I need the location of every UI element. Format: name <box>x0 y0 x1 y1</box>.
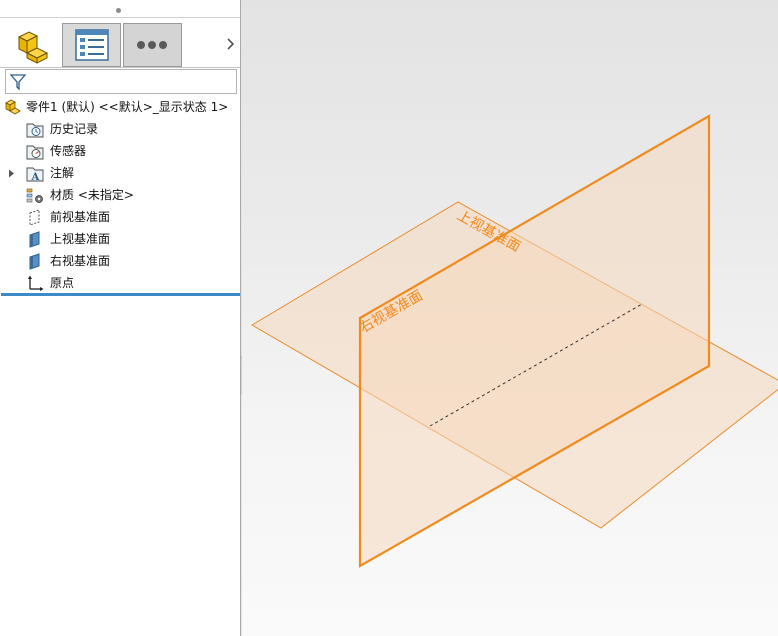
tree-root-part[interactable]: 零件1 (默认) <<默认>_显示状态 1> <box>0 96 240 118</box>
divider <box>0 17 240 18</box>
tree-item-label: 原点 <box>50 276 75 290</box>
ellipsis-icon <box>137 41 167 49</box>
graphics-viewport[interactable]: 上视基准面 右视基准面 <box>242 0 778 636</box>
tree-item-label: 传感器 <box>50 144 87 158</box>
panel-grip-dot[interactable] <box>116 8 121 13</box>
sensor-folder-icon <box>26 145 44 160</box>
material-icon <box>26 188 43 203</box>
right-plane-icon <box>29 253 40 270</box>
tree-item-label: 右视基准面 <box>50 254 111 268</box>
tree-item-label: 材质 <未指定> <box>50 188 134 202</box>
divider <box>0 67 240 68</box>
tree-item-material[interactable]: 材质 <未指定> <box>0 184 240 206</box>
part-icon <box>5 99 21 115</box>
featuremanager-panel: 零件1 (默认) <<默认>_显示状态 1> 历史记录 传感器 A 注解 材质 … <box>0 0 241 636</box>
part-cubes-icon <box>17 31 49 64</box>
tree-root-label: 零件1 (默认) <<默认>_显示状态 1> <box>26 100 229 114</box>
featuremanager-tab[interactable] <box>3 23 60 67</box>
property-list-icon <box>75 29 109 61</box>
more-tab[interactable] <box>123 23 182 67</box>
tree-item-label: 注解 <box>50 166 75 180</box>
tree-item-history[interactable]: 历史记录 <box>0 118 240 140</box>
tree-item-label: 历史记录 <box>50 122 99 136</box>
tree-item-right-plane[interactable]: 右视基准面 <box>0 250 240 272</box>
tree-filter-input[interactable] <box>5 69 237 94</box>
origin-icon <box>28 275 44 291</box>
plane-scene: 上视基准面 右视基准面 <box>251 114 778 568</box>
tree-item-label: 前视基准面 <box>50 210 111 224</box>
tree-item-sensors[interactable]: 传感器 <box>0 140 240 162</box>
annotation-folder-icon: A <box>26 167 44 182</box>
filter-funnel-icon <box>9 74 27 91</box>
svg-text:A: A <box>31 172 40 182</box>
history-folder-icon <box>26 123 44 138</box>
tree-insert-bar[interactable] <box>1 293 240 296</box>
expand-arrow-icon[interactable] <box>8 169 16 178</box>
tree-item-top-plane[interactable]: 上视基准面 <box>0 228 240 250</box>
tree-item-label: 上视基准面 <box>50 232 111 246</box>
top-plane-icon <box>29 231 40 248</box>
chevron-right-icon <box>227 38 235 50</box>
tab-scroll-right-button[interactable] <box>224 34 238 54</box>
tree-item-front-plane[interactable]: 前视基准面 <box>0 206 240 228</box>
propertymanager-tab[interactable] <box>62 23 121 67</box>
tree-item-origin[interactable]: 原点 <box>0 272 240 294</box>
tree-item-annotations[interactable]: A 注解 <box>0 162 240 184</box>
front-plane-icon <box>29 209 40 226</box>
right-plane-shape[interactable] <box>358 114 711 568</box>
